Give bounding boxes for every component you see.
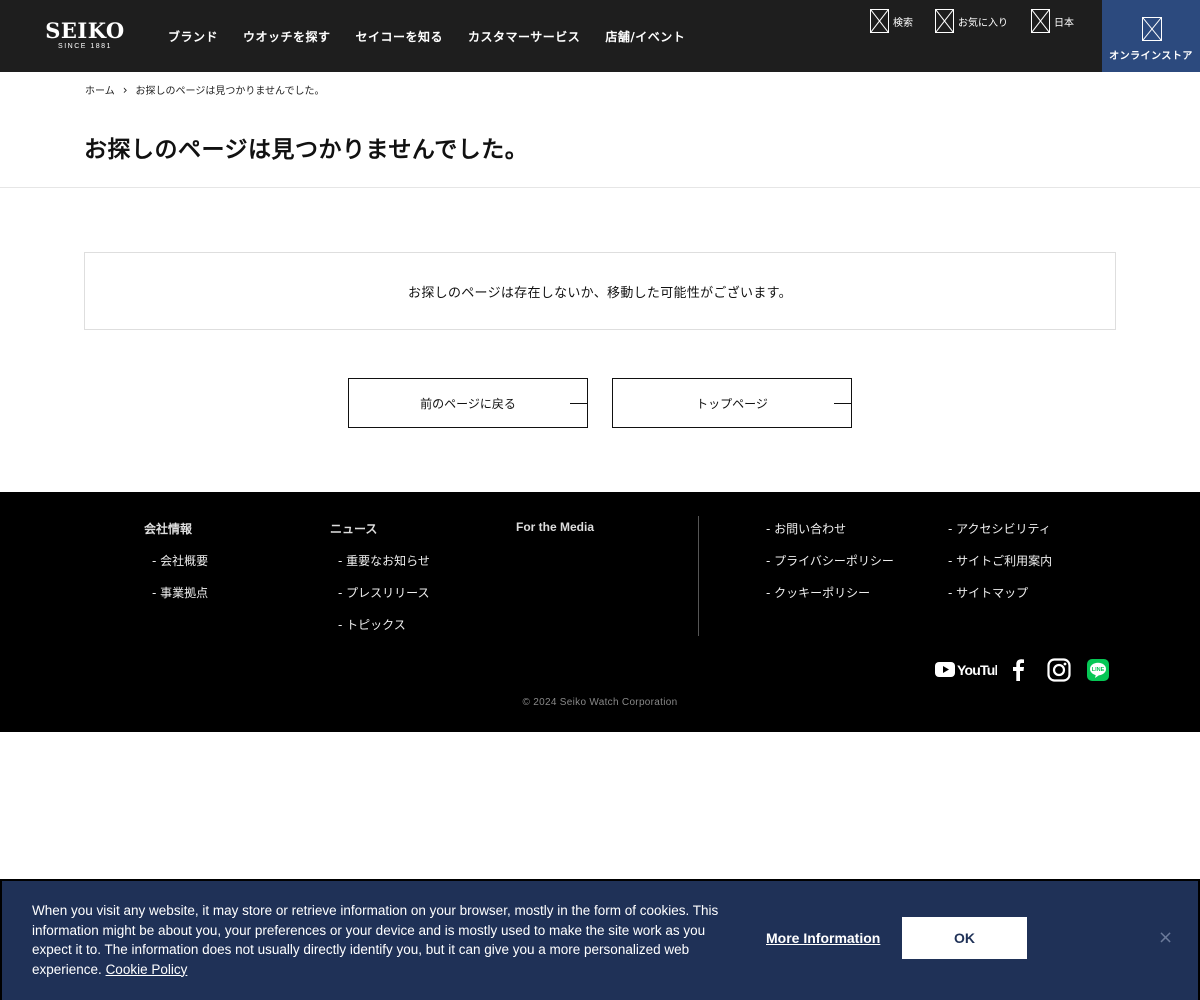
nav-item-about-seiko[interactable]: セイコーを知る bbox=[356, 28, 444, 45]
close-icon[interactable]: × bbox=[1158, 927, 1173, 948]
arrow-line-icon bbox=[834, 403, 851, 404]
svg-text:LINE: LINE bbox=[1092, 667, 1105, 673]
facebook-link[interactable] bbox=[1010, 658, 1026, 686]
youtube-link[interactable]: YouTube bbox=[935, 658, 1011, 686]
favorites-button[interactable]: お気に入り bbox=[935, 9, 1008, 33]
main-nav: ブランド ウオッチを探す セイコーを知る カスタマーサービス 店舗/イベント bbox=[168, 28, 710, 45]
footer-link-offices[interactable]: - 事業拠点 bbox=[152, 584, 208, 601]
facebook-icon bbox=[1013, 659, 1024, 681]
footer-link-site-usage[interactable]: - サイトご利用案内 bbox=[948, 552, 1052, 569]
arrow-line-icon bbox=[570, 403, 587, 404]
favorites-icon bbox=[935, 9, 954, 33]
top-page-button[interactable]: トップページ bbox=[612, 378, 852, 428]
back-button[interactable]: 前のページに戻る bbox=[348, 378, 588, 428]
footer-link-contact[interactable]: - お問い合わせ bbox=[766, 520, 846, 537]
error-message-box: お探しのページは存在しないか、移動した可能性がございます。 bbox=[84, 252, 1116, 330]
site-header: SEIKO SINCE 1881 ブランド ウオッチを探す セイコーを知る カス… bbox=[0, 0, 1200, 72]
footer-link-privacy-policy[interactable]: - プライバシーポリシー bbox=[766, 552, 894, 569]
footer-link-company-overview[interactable]: - 会社概要 bbox=[152, 552, 208, 569]
footer-divider bbox=[698, 516, 699, 636]
nav-item-find-watch[interactable]: ウオッチを探す bbox=[243, 28, 331, 45]
footer-link-topics[interactable]: - トピックス bbox=[338, 616, 406, 633]
search-button[interactable]: 検索 bbox=[870, 9, 913, 33]
search-icon bbox=[870, 9, 889, 33]
footer-heading-news[interactable]: ニュース bbox=[330, 520, 377, 537]
nav-item-brand[interactable]: ブランド bbox=[168, 28, 218, 45]
globe-icon bbox=[1031, 9, 1050, 33]
more-information-link[interactable]: More Information bbox=[766, 930, 880, 946]
cookie-policy-link[interactable]: Cookie Policy bbox=[106, 962, 188, 977]
online-store-label: オンラインストア bbox=[1109, 51, 1193, 62]
page-title: お探しのページは見つかりませんでした。 bbox=[84, 137, 529, 163]
footer-link-accessibility[interactable]: - アクセシビリティ bbox=[948, 520, 1051, 537]
breadcrumb-current: お探しのページは見つかりませんでした。 bbox=[135, 86, 325, 97]
breadcrumb: ホーム › お探しのページは見つかりませんでした。 bbox=[85, 82, 325, 98]
cookie-banner: When you visit any website, it may store… bbox=[0, 879, 1200, 1000]
footer-link-press-releases[interactable]: - プレスリリース bbox=[338, 584, 430, 601]
favorites-label: お気に入り bbox=[958, 17, 1008, 29]
logo-tagline: SINCE 1881 bbox=[58, 43, 112, 50]
site-footer: 会社情報 - 会社概要 - 事業拠点 ニュース - 重要なお知らせ - プレスリ… bbox=[0, 492, 1200, 732]
cookie-notice-text: When you visit any website, it may store… bbox=[32, 901, 722, 979]
back-button-label: 前のページに戻る bbox=[420, 396, 516, 411]
footer-heading-company[interactable]: 会社情報 bbox=[144, 520, 192, 537]
title-divider bbox=[0, 187, 1200, 188]
line-icon: LINE bbox=[1087, 659, 1109, 681]
footer-link-important-notices[interactable]: - 重要なお知らせ bbox=[338, 552, 430, 569]
line-link[interactable]: LINE bbox=[1087, 658, 1110, 686]
youtube-icon: YouTube bbox=[935, 662, 1011, 678]
breadcrumb-home[interactable]: ホーム bbox=[85, 82, 115, 97]
online-store-button[interactable]: オンラインストア bbox=[1102, 0, 1200, 72]
instagram-icon bbox=[1047, 658, 1071, 682]
seiko-logo[interactable]: SEIKO SINCE 1881 bbox=[40, 20, 130, 50]
copyright: © 2024 Seiko Watch Corporation bbox=[522, 697, 678, 708]
region-label: 日本 bbox=[1054, 17, 1074, 29]
footer-link-sitemap[interactable]: - サイトマップ bbox=[948, 584, 1028, 601]
logo-wordmark: SEIKO bbox=[45, 18, 125, 43]
nav-item-stores-events[interactable]: 店舗/イベント bbox=[605, 28, 685, 45]
instagram-link[interactable] bbox=[1047, 658, 1071, 686]
region-selector[interactable]: 日本 bbox=[1031, 9, 1074, 33]
footer-link-cookie-policy[interactable]: - クッキーポリシー bbox=[766, 584, 870, 601]
shopping-bag-icon bbox=[1142, 17, 1162, 41]
nav-item-customer-service[interactable]: カスタマーサービス bbox=[468, 28, 580, 45]
footer-heading-media[interactable]: For the Media bbox=[516, 520, 594, 534]
svg-text:YouTube: YouTube bbox=[957, 662, 997, 678]
top-page-button-label: トップページ bbox=[696, 396, 768, 411]
search-label: 検索 bbox=[893, 17, 913, 29]
error-message: お探しのページは存在しないか、移動した可能性がございます。 bbox=[408, 285, 792, 301]
chevron-right-icon: › bbox=[122, 82, 128, 97]
cookie-ok-button[interactable]: OK bbox=[902, 917, 1027, 959]
